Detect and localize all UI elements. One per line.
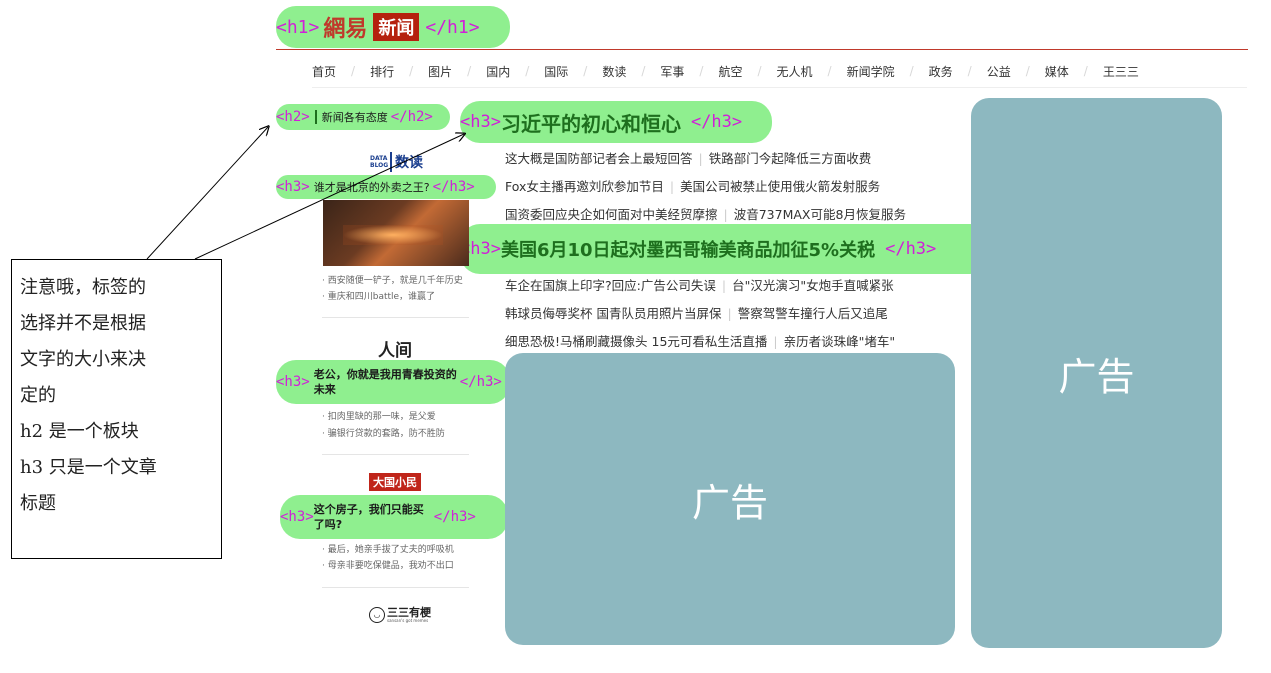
annotation-note: 注意哦，标签的 选择并不是根据 文字的大小来决 定的 h2 是一个板块 h3 只是一个文章… [11,259,222,559]
note-line: 注意哦，标签的 [20,277,146,298]
note-line: 文字的大小来决 [20,349,146,370]
note-line: h3 只是一个文章 [20,457,157,478]
note-line: h2 是一个板块 [20,421,139,442]
note-line: 标题 [20,493,56,514]
note-line: 定的 [20,385,56,406]
note-line: 选择并不是根据 [20,313,146,334]
